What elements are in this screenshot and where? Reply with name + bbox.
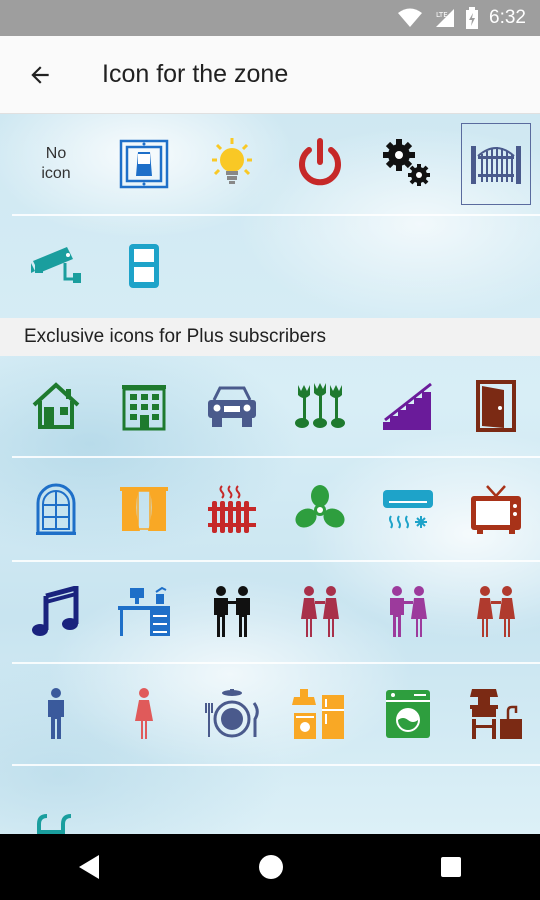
- two-men-icon[interactable]: [188, 562, 276, 662]
- icon-row: [12, 460, 540, 562]
- kitchen-icon[interactable]: [276, 664, 364, 764]
- pool-icon[interactable]: [12, 766, 100, 834]
- icon-grid-area[interactable]: No icon Exclusive icons for Plus subscrib…: [0, 114, 540, 834]
- icon-row: No icon: [12, 114, 540, 216]
- washing-machine-icon[interactable]: [364, 664, 452, 764]
- wifi-icon: [398, 8, 423, 27]
- building-icon[interactable]: [100, 356, 188, 456]
- cylinder-icon[interactable]: [100, 216, 188, 316]
- no-icon-label: No: [45, 145, 67, 162]
- switch-icon[interactable]: [100, 114, 188, 214]
- status-bar: LTE 6:32: [0, 0, 540, 36]
- flowers-icon[interactable]: [276, 356, 364, 456]
- system-nav-bar: [0, 834, 540, 900]
- plus-section-header: Exclusive icons for Plus subscribers: [0, 318, 540, 356]
- back-button[interactable]: [0, 36, 80, 114]
- status-time: 6:32: [489, 7, 526, 28]
- icon-row: [12, 562, 540, 664]
- curtains-icon[interactable]: [100, 460, 188, 560]
- no-icon-label: icon: [41, 165, 71, 182]
- bbq-icon[interactable]: [452, 664, 540, 764]
- woman-icon[interactable]: [100, 664, 188, 764]
- app-bar: Icon for the zone: [0, 36, 540, 114]
- radiator-icon[interactable]: [188, 460, 276, 560]
- door-icon[interactable]: [452, 356, 540, 456]
- battery-icon: [466, 7, 479, 29]
- dining-icon[interactable]: [188, 664, 276, 764]
- camera-icon[interactable]: [12, 216, 100, 316]
- two-women-icon[interactable]: [276, 562, 364, 662]
- window-icon[interactable]: [12, 460, 100, 560]
- man-icon[interactable]: [12, 664, 100, 764]
- back-nav-icon[interactable]: [77, 853, 103, 881]
- gate-icon[interactable]: [452, 114, 540, 214]
- icon-row: [12, 356, 540, 458]
- home-nav-icon[interactable]: [257, 853, 285, 881]
- arrow-left-icon: [31, 65, 49, 84]
- recents-nav-icon[interactable]: [439, 855, 463, 879]
- svg-text:LTE: LTE: [436, 11, 448, 19]
- icon-row: [12, 766, 540, 834]
- car-icon[interactable]: [188, 356, 276, 456]
- page-title: Icon for the zone: [102, 60, 289, 88]
- desk-icon[interactable]: [100, 562, 188, 662]
- stairs-icon[interactable]: [364, 356, 452, 456]
- bulb-icon[interactable]: [188, 114, 276, 214]
- tv-icon[interactable]: [452, 460, 540, 560]
- no-icon-option[interactable]: No icon: [12, 114, 100, 214]
- air-conditioner-icon[interactable]: [364, 460, 452, 560]
- fan-icon[interactable]: [276, 460, 364, 560]
- icon-row: [12, 216, 540, 316]
- gears-icon[interactable]: [364, 114, 452, 214]
- house-icon[interactable]: [12, 356, 100, 456]
- cell-signal-icon: LTE: [436, 9, 455, 27]
- power-icon[interactable]: [276, 114, 364, 214]
- music-icon[interactable]: [12, 562, 100, 662]
- man-woman-icon[interactable]: [364, 562, 452, 662]
- icon-row: [12, 664, 540, 766]
- couple-icon[interactable]: [452, 562, 540, 662]
